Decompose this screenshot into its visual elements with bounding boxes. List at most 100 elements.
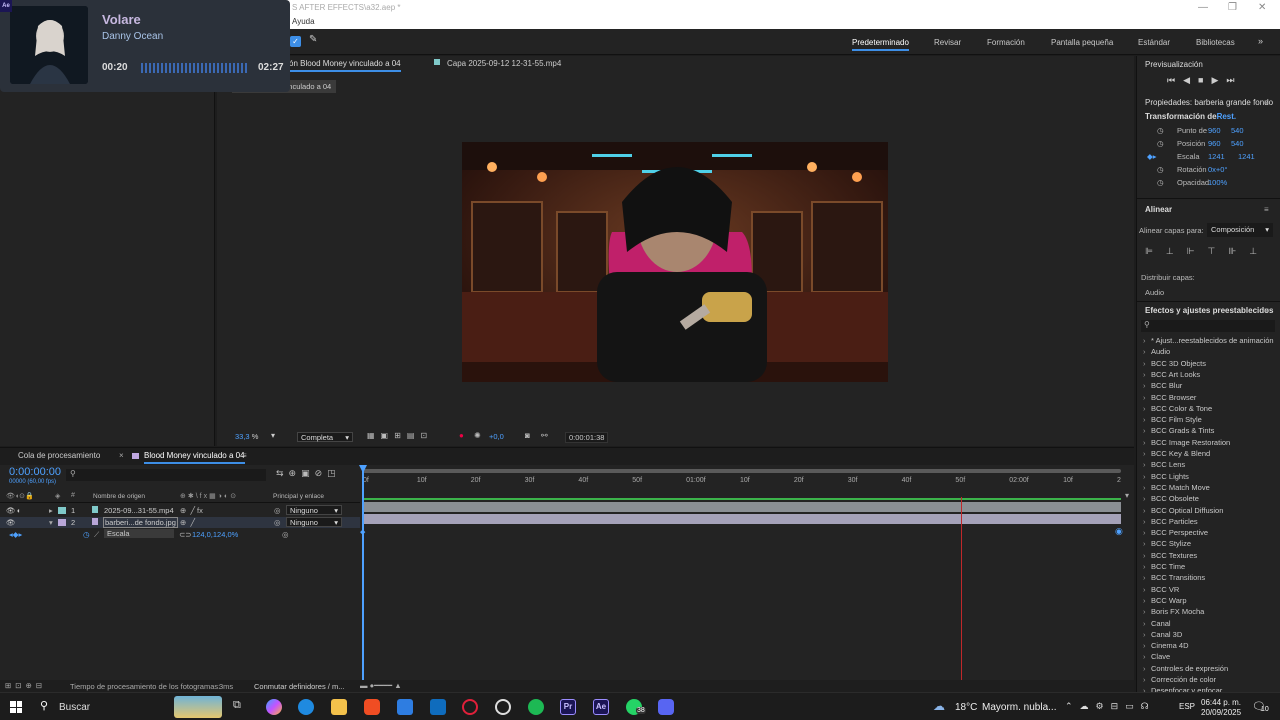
stopwatch-icon[interactable]: ◷ (1157, 139, 1164, 148)
effects-category-item[interactable]: › BCC Match Move (1143, 483, 1210, 492)
scale-y[interactable]: 1241 (1238, 152, 1255, 161)
snapshot-icon[interactable]: ◙ (525, 431, 530, 440)
effects-menu-icon[interactable]: ≡ (1264, 306, 1269, 315)
effects-category-item[interactable]: › Canal (1143, 619, 1171, 628)
time-ruler[interactable]: 0f 10f 20f 30f 40f 50f 01:00f 10f 20f 30f 40f 50f 02… (363, 465, 1135, 489)
zoom-slider[interactable]: ▬ ●━━━━ ▲ (360, 681, 402, 690)
timeline-end-handle-icon[interactable]: ▾ (1125, 491, 1129, 500)
layer-switches[interactable]: ⊕ ╱ fx (180, 506, 203, 515)
exposure-icon[interactable]: ✺ (474, 431, 481, 440)
effects-category-item[interactable]: › BCC Browser (1143, 393, 1196, 402)
col-parent[interactable]: Principal y enlace (273, 493, 324, 500)
status-toggle-icons[interactable]: ⊞⊡⊕⊟ (5, 681, 46, 690)
effects-category-item[interactable]: › Controles de expresión (1143, 664, 1228, 673)
effects-category-item[interactable]: › Canal 3D (1143, 630, 1182, 639)
effects-category-item[interactable]: › BCC VR (1143, 585, 1179, 594)
file-explorer-icon[interactable] (331, 699, 347, 715)
viewer-grid-icons[interactable]: ▦▣⊞▤⊡ (367, 431, 433, 440)
workspace-revisar[interactable]: Revisar (934, 38, 961, 47)
link-icon[interactable]: ⊂⊃ (179, 530, 192, 539)
effects-category-item[interactable]: › Boris FX Mocha (1143, 607, 1204, 616)
workspace-pantalla-pequena[interactable]: Pantalla pequeña (1051, 38, 1113, 47)
weather-temp[interactable]: 18°C (955, 702, 977, 713)
tab-composition[interactable]: ón Blood Money vinculado a 04 (289, 59, 401, 72)
task-view-icon[interactable]: ⧉ (233, 699, 249, 715)
store-icon[interactable] (397, 699, 413, 715)
premiere-icon[interactable]: Pr (560, 699, 576, 715)
effects-category-item[interactable]: › Cinema 4D (1143, 641, 1189, 650)
copilot-icon[interactable] (266, 699, 282, 715)
outlook-icon[interactable] (430, 699, 446, 715)
parent-dropdown[interactable]: Ninguno ▾ (286, 505, 342, 515)
current-time[interactable]: 0:00:00:00 (9, 466, 61, 478)
search-icon[interactable]: ⚲ (40, 699, 48, 712)
tab-timeline-comp[interactable]: Blood Money vinculado a 04 (144, 451, 245, 464)
zoom-dropdown-icon[interactable]: ▾ (271, 431, 275, 440)
workspace-formacion[interactable]: Formación (987, 38, 1025, 47)
effects-category-item[interactable]: › BCC Time (1143, 562, 1185, 571)
tab-footage[interactable]: Capa 2025-09-12 12-31-55.mp4 (447, 59, 561, 68)
effects-category-item[interactable]: › BCC Perspective (1143, 528, 1208, 537)
layer-name[interactable]: barberi...de fondo.jpg (103, 517, 178, 528)
effects-category-item[interactable]: › BCC Lights (1143, 472, 1189, 481)
tab-render-queue[interactable]: Cola de procesamiento (18, 451, 100, 460)
align-menu-icon[interactable]: ≡ (1264, 205, 1269, 214)
collapse-icon[interactable]: ▾ (49, 518, 53, 527)
effects-category-item[interactable]: › BCC Film Style (1143, 415, 1202, 424)
close-icon[interactable]: ✕ (1258, 2, 1266, 13)
layer-row[interactable]: 👁 ◖ ▸ 1 2025-09...31-55.mp4 ⊕ ╱ fx ◎ Nin… (0, 505, 360, 516)
anchor-y[interactable]: 540 (1231, 126, 1244, 135)
eye-icon[interactable]: 👁 (6, 518, 16, 527)
after-effects-icon[interactable]: Ae (593, 699, 609, 715)
playhead[interactable] (362, 469, 364, 689)
eye-icon[interactable]: 👁 (6, 506, 16, 515)
opera-icon[interactable] (462, 699, 478, 715)
keyframe-nav-icon[interactable]: ◂◆▸ (9, 530, 22, 539)
stopwatch-active-icon[interactable]: ◷ (83, 530, 90, 539)
effects-category-item[interactable]: › BCC Grads & Tints (1143, 426, 1214, 435)
effects-category-item[interactable]: › BCC Optical Diffusion (1143, 506, 1223, 515)
search-highlight-image[interactable] (174, 696, 222, 718)
spotify-icon[interactable] (528, 699, 544, 715)
effects-category-item[interactable]: › BCC Key & Blend (1143, 449, 1210, 458)
minimize-icon[interactable]: — (1198, 2, 1208, 13)
stopwatch-icon[interactable]: ◷ (1157, 165, 1164, 174)
properties-menu-icon[interactable]: ≡ (1264, 98, 1269, 107)
stopwatch-icon[interactable]: ◷ (1157, 126, 1164, 135)
align-to-dropdown[interactable]: Composición ▾ (1207, 223, 1273, 237)
position-x[interactable]: 960 (1208, 139, 1221, 148)
zoom-control[interactable]: 33,3 % (235, 432, 258, 441)
label-color-swatch[interactable] (58, 507, 66, 514)
effects-category-item[interactable]: › BCC Image Restoration (1143, 438, 1230, 447)
property-row-scale[interactable]: ◂◆▸ ◷ ⟋ Escala ⊂⊃ 124,0,124,0% ◎ (0, 529, 360, 540)
layer-search-input[interactable]: ⚲ (66, 469, 266, 481)
effects-category-item[interactable]: › BCC Color & Tone (1143, 404, 1212, 413)
effects-category-item[interactable]: › BCC Obsolete (1143, 494, 1199, 503)
graph-icon[interactable]: ⟋ (94, 530, 99, 540)
workspace-bibliotecas[interactable]: Bibliotecas (1196, 38, 1235, 47)
rotation-value[interactable]: 0x+0° (1208, 165, 1227, 174)
workspace-estandar[interactable]: Estándar (1138, 38, 1170, 47)
effects-category-item[interactable]: › BCC Transitions (1143, 573, 1205, 582)
pickwhip-icon[interactable]: ◎ (282, 530, 289, 539)
preview-controls[interactable]: ⏮◀■▶⏭ (1167, 75, 1242, 86)
discord-icon[interactable] (658, 699, 674, 715)
workspace-predeterminado[interactable]: Predeterminado (852, 38, 909, 51)
effects-category-item[interactable]: › * Ajust...reestablecidos de animación (1143, 336, 1274, 345)
parent-dropdown[interactable]: Ninguno ▾ (286, 517, 342, 527)
transform-section[interactable]: Transformación deRest. (1145, 112, 1236, 121)
effects-category-item[interactable]: › BCC Warp (1143, 596, 1187, 605)
keyframe-nav-icon[interactable]: ◆▸ (1147, 152, 1157, 161)
audio-icon[interactable]: ◖ (16, 506, 21, 515)
windows-start-icon[interactable] (10, 701, 22, 713)
label-color-swatch[interactable] (58, 519, 66, 526)
menu-ayuda[interactable]: Ayuda (292, 17, 315, 26)
align-buttons[interactable]: ⊫⊥⊩⊤⊪⊥ (1145, 246, 1270, 257)
more-workspaces-icon[interactable]: » (1258, 36, 1263, 46)
weather-desc[interactable]: Mayorm. nubla... (982, 702, 1056, 713)
toggle-switches-modes[interactable]: Conmutar definidores / m... (254, 682, 344, 691)
effects-category-item[interactable]: › BCC Textures (1143, 551, 1197, 560)
timeline-tracks[interactable]: 0f 10f 20f 30f 40f 50f 01:00f 10f 20f 30f 40f 50f 02… (359, 465, 1135, 693)
snap-checkbox-icon[interactable]: ✓ (290, 36, 301, 47)
channels-icon[interactable]: ● (459, 431, 464, 440)
